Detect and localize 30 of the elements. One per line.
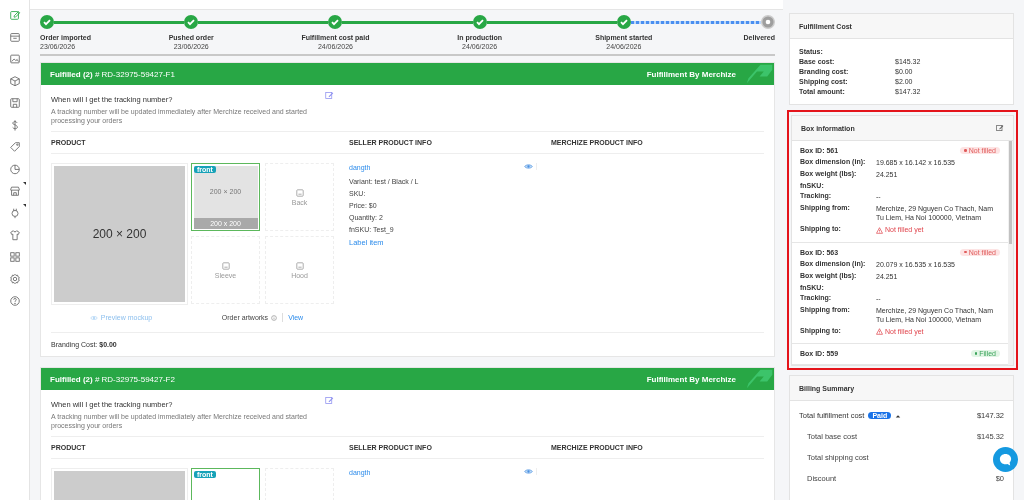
store-icon[interactable]: [8, 185, 21, 197]
scrollbar[interactable]: [1008, 141, 1013, 366]
image-icon[interactable]: [8, 53, 21, 65]
fulfiller-label: Fulfillment By Merchize: [646, 374, 736, 384]
image-icon: [295, 261, 304, 270]
pie-chart-icon[interactable]: [8, 163, 21, 175]
image-icon: [295, 188, 304, 197]
help-icon[interactable]: [8, 295, 21, 307]
info-icon: [271, 314, 278, 321]
order-title: Fulfilled (2) # RD-32975-59427-F1: [50, 69, 175, 79]
order-title: Fulfilled (2) # RD-32975-59427-F2: [50, 374, 175, 384]
chat-bubble-icon: [998, 452, 1013, 467]
edit-icon[interactable]: [8, 9, 21, 21]
grid-icon[interactable]: [8, 251, 21, 263]
edit-icon[interactable]: [325, 91, 334, 100]
box-icon[interactable]: [8, 75, 21, 87]
placeholder-size: 200 × 200: [92, 227, 147, 242]
shirt-icon[interactable]: [8, 229, 21, 241]
fulfiller-label: Fulfillment By Merchize: [646, 69, 736, 79]
plug-icon[interactable]: [8, 207, 21, 219]
edit-icon[interactable]: [996, 124, 1004, 132]
save-icon[interactable]: [8, 97, 21, 109]
inbox-icon[interactable]: [8, 31, 21, 43]
settings-icon[interactable]: [8, 273, 21, 285]
edit-icon[interactable]: [325, 396, 334, 406]
eye-icon[interactable]: [521, 468, 537, 476]
tag-icon[interactable]: [8, 141, 21, 153]
eye-icon: [89, 314, 98, 321]
image-icon: [221, 261, 230, 270]
eye-icon[interactable]: [521, 163, 537, 171]
